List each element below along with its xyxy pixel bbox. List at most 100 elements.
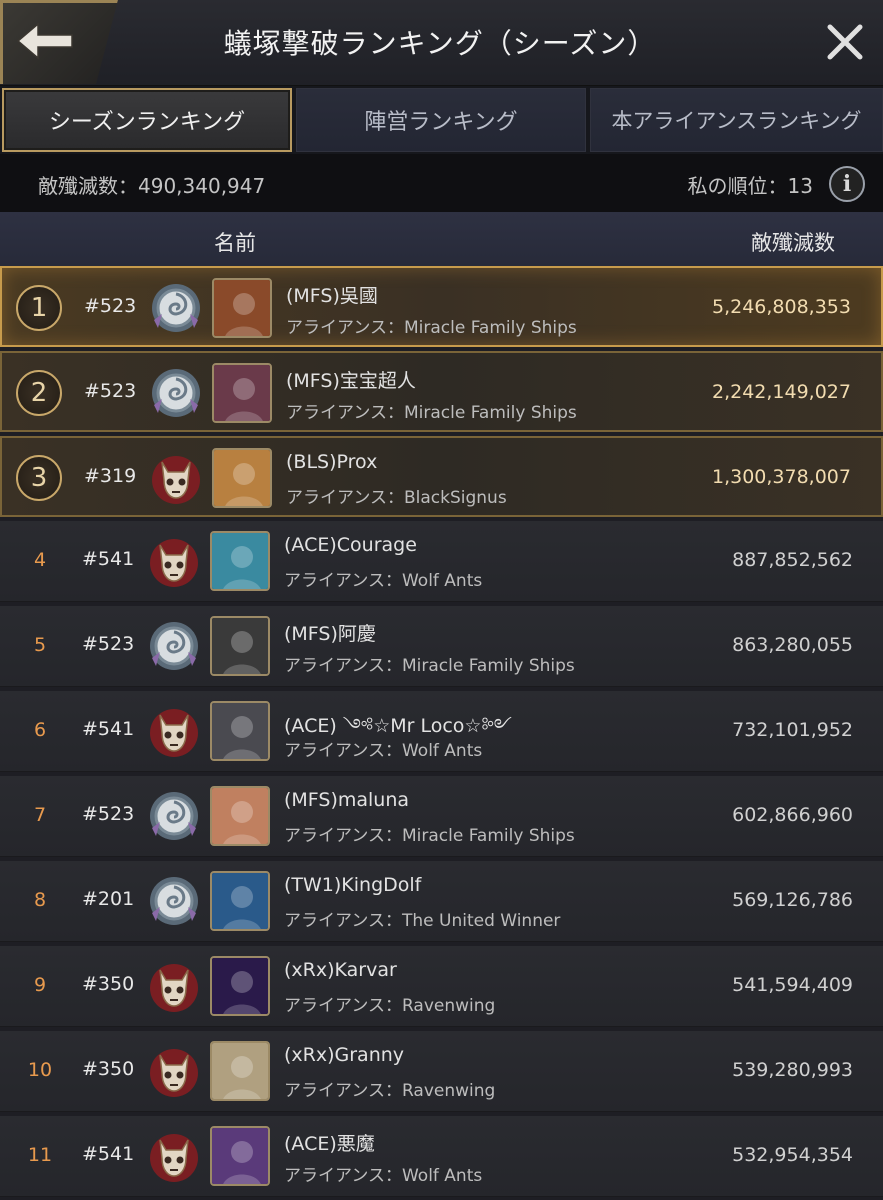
arrow-left-icon — [16, 22, 73, 60]
alliance-name: アライアンス：Wolf Ants — [284, 741, 483, 761]
alliance-name: アライアンス：Wolf Ants — [284, 1166, 483, 1186]
avatar[interactable] — [210, 701, 270, 761]
table-row[interactable]: 4 #541 (ACE)Courage アライアンス：Wolf Ants 887,852… — [0, 521, 883, 602]
player-name: (MFS)maluna — [284, 789, 410, 811]
back-button[interactable] — [0, 0, 118, 84]
total-kills-label: 敵殲滅数：490,340,947 — [38, 174, 266, 198]
avatar[interactable] — [210, 531, 270, 591]
server-number: #541 — [82, 1143, 135, 1165]
player-name: (BLS)Prox — [286, 451, 378, 473]
alliance-name: アライアンス：The United Winner — [284, 911, 561, 931]
avatar[interactable] — [210, 956, 270, 1016]
alliance-name: アライアンス：Miracle Family Ships — [284, 826, 575, 846]
table-row[interactable]: 7 #523 (MFS)maluna アライアンス：Miracle Family Sh… — [0, 776, 883, 857]
kill-count: 541,594,409 — [732, 974, 853, 996]
server-number: #319 — [84, 465, 137, 487]
kill-count: 532,954,354 — [732, 1144, 853, 1166]
kill-count: 863,280,055 — [732, 634, 853, 656]
info-button[interactable]: i — [829, 166, 865, 202]
table-row[interactable]: 5 #523 (MFS)阿慶アライアンス：Miracle Family Ships 8… — [0, 606, 883, 687]
avatar[interactable] — [210, 871, 270, 931]
skull-badge-icon — [146, 533, 202, 589]
kill-count: 887,852,562 — [732, 549, 853, 571]
table-row[interactable]: 3 #319 (BLS)Prox アライアンス：BlackSignus 1,300,37… — [0, 436, 883, 517]
player-name: (xRx)Granny — [284, 1044, 405, 1066]
rank-medal: 1 — [16, 285, 62, 331]
avatar[interactable] — [210, 616, 270, 676]
table-row[interactable]: 10 #350 (xRx)Granny アライアンス：Ravenwing 539,280… — [0, 1031, 883, 1112]
server-number: #541 — [82, 548, 135, 570]
server-number: #541 — [82, 718, 135, 740]
shell-badge-icon — [148, 280, 204, 336]
avatar[interactable] — [212, 278, 272, 338]
avatar[interactable] — [210, 1126, 270, 1186]
rank-number: 10 — [27, 1059, 53, 1081]
server-number: #523 — [82, 633, 135, 655]
kill-count: 602,866,960 — [732, 804, 853, 826]
alliance-name: アライアンス：Wolf Ants — [284, 571, 483, 591]
player-name: (ACE)悪魔 — [284, 1133, 375, 1155]
rank-medal: 3 — [16, 455, 62, 501]
skull-badge-icon — [146, 1128, 202, 1184]
alliance-name: アライアンス：BlackSignus — [286, 488, 507, 508]
column-kills: 敵殲滅数 — [751, 231, 835, 255]
server-number: #523 — [82, 803, 135, 825]
player-name: (ACE)Courage — [284, 534, 417, 556]
kill-count: 569,126,786 — [732, 889, 853, 911]
tab-season-ranking[interactable]: シーズンランキング — [2, 88, 292, 152]
close-icon[interactable] — [825, 22, 865, 62]
rank-number: 1 — [30, 293, 48, 323]
rank-number: 6 — [33, 719, 47, 741]
shell-badge-icon — [146, 618, 202, 674]
ranking-list[interactable]: 1 #523 (MFS)吳國 アライアンス：Miracle Family Ships 5… — [0, 266, 883, 1200]
rank-number: 9 — [33, 974, 47, 996]
avatar[interactable] — [212, 448, 272, 508]
kill-count: 732,101,952 — [732, 719, 853, 741]
table-row[interactable]: 9 #350 (xRx)Karvar アライアンス：Ravenwing 541,594,… — [0, 946, 883, 1027]
server-number: #350 — [82, 973, 135, 995]
server-number: #523 — [84, 380, 137, 402]
summary-bar: 敵殲滅数：490,340,947 私の順位：13 i — [0, 154, 883, 212]
skull-badge-icon — [146, 958, 202, 1014]
rank-number: 5 — [33, 634, 47, 656]
table-row[interactable]: 1 #523 (MFS)吳國アライアンス：Miracle Family Ships 5… — [0, 266, 883, 347]
alliance-name: アライアンス：Miracle Family Ships — [286, 403, 577, 423]
column-header: 名前 敵殲滅数 — [0, 212, 883, 266]
table-row[interactable]: 2 #523 (MFS)宝宝超人アライアンス：Miracle Family Ship… — [0, 351, 883, 432]
column-name: 名前 — [214, 231, 256, 255]
player-name: (MFS)阿慶 — [284, 623, 376, 645]
avatar[interactable] — [210, 786, 270, 846]
player-name: (MFS)吳國 — [286, 285, 378, 307]
kill-count: 2,242,149,027 — [711, 381, 851, 403]
server-number: #350 — [82, 1058, 135, 1080]
server-number: #201 — [82, 888, 135, 910]
table-row[interactable]: 11 #541 (ACE)悪魔アライアンス：Wolf Ants 532,954,354 — [0, 1116, 883, 1197]
kill-count: 5,246,808,353 — [711, 296, 851, 318]
my-rank-label: 私の順位：13 — [687, 174, 813, 198]
tab-alliance-ranking[interactable]: 本アライアンスランキング — [590, 88, 883, 152]
page-title: 蟻塚撃破ランキング（シーズン） — [223, 27, 657, 60]
rank-number: 7 — [33, 804, 47, 826]
shell-badge-icon — [146, 788, 202, 844]
tab-faction-ranking[interactable]: 陣営ランキング — [296, 88, 586, 152]
skull-badge-icon — [148, 450, 204, 506]
player-name: (MFS)宝宝超人 — [286, 370, 416, 392]
alliance-name: アライアンス：Miracle Family Ships — [284, 656, 575, 676]
kill-count: 539,280,993 — [732, 1059, 853, 1081]
top-bar: 蟻塚撃破ランキング（シーズン） — [0, 0, 883, 86]
player-name: (xRx)Karvar — [284, 959, 397, 981]
skull-badge-icon — [146, 1043, 202, 1099]
table-row[interactable]: 6 #541 (ACE) ༺☆Mr Loco☆༻ アライアンス：Wolf Ants 73… — [0, 691, 883, 772]
table-row[interactable]: 8 #201 (TW1)KingDolf アライアンス：The United Winn… — [0, 861, 883, 942]
alliance-name: アライアンス：Miracle Family Ships — [286, 318, 577, 338]
shell-badge-icon — [148, 365, 204, 421]
rank-number: 8 — [33, 889, 47, 911]
avatar[interactable] — [210, 1041, 270, 1101]
avatar[interactable] — [212, 363, 272, 423]
alliance-name: アライアンス：Ravenwing — [284, 1081, 496, 1101]
kill-count: 1,300,378,007 — [711, 466, 851, 488]
server-number: #523 — [84, 295, 137, 317]
rank-medal: 2 — [16, 370, 62, 416]
rank-number: 11 — [27, 1144, 53, 1166]
info-icon: i — [842, 171, 852, 197]
